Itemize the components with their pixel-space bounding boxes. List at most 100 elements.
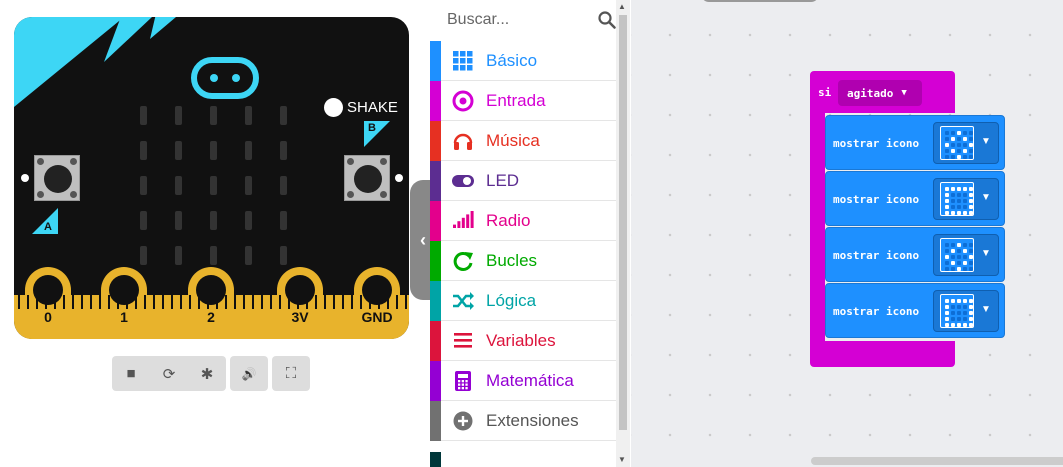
icon-pixel [945,299,949,303]
edge-contact [189,295,191,309]
show-icon-block[interactable]: mostrar icono ▼ [825,115,1005,170]
icon-pixel [969,267,973,271]
icon-pixel [963,149,967,153]
scroll-down-arrow-icon[interactable]: ▼ [618,455,626,464]
fullscreen-button[interactable]: ⛶ [272,356,310,391]
toolbox-scroll-thumb[interactable] [619,15,627,430]
category-label: LED [486,170,520,190]
microbit-board[interactable]: SHAKE A B 0 1 2 3V GND [14,17,409,339]
toolbox-category-matemática[interactable]: Matemática [430,360,616,401]
toolbox-category-partial[interactable] [430,452,441,467]
edge-contact [198,295,200,309]
button-b[interactable] [344,155,390,201]
calculator-icon [452,370,474,392]
icon-pixel [945,305,949,309]
category-label: Lógica [486,290,537,310]
icon-pixel [945,155,949,159]
icon-pixel [951,131,955,135]
category-color-bar [430,280,441,321]
fullscreen-icon: ⛶ [285,365,297,382]
blocks-workspace[interactable]: si agitado ▼ mostrar icono ▼ mostrar icono… [631,0,1063,467]
icon-picker-dropdown[interactable]: ▼ [933,122,999,164]
edge-contact [54,295,56,309]
edge-contact [27,295,29,309]
stop-button[interactable]: ■ [112,356,150,391]
icon-pixel [951,155,955,159]
toolbox-category-led[interactable]: LED [430,160,616,201]
toolbox-category-música[interactable]: Música [430,120,616,161]
show-icon-block[interactable]: mostrar icono ▼ [825,283,1005,338]
pin-label: 2 [207,309,215,325]
show-icon-block[interactable]: mostrar icono ▼ [825,171,1005,226]
icon-pixel [957,131,961,135]
caret-down-icon: ▼ [981,136,991,147]
icon-pixel [969,211,973,215]
icon-pixel [963,143,967,147]
led [245,246,252,265]
pin-2[interactable] [188,267,234,339]
toolbox-category-entrada[interactable]: Entrada [430,80,616,121]
target-icon [452,90,474,112]
icon-pixel [957,311,961,315]
toolbox-category-básico[interactable]: Básico [430,40,616,81]
edge-contact [171,295,173,309]
mute-button[interactable]: 🔊 [230,356,268,391]
icon-preview-square-icon [940,182,974,216]
icon-pixel [963,137,967,141]
led [280,176,287,195]
icon-pixel [945,131,949,135]
led [280,141,287,160]
shake-button[interactable] [324,98,343,117]
icon-pixel [963,255,967,259]
search-input[interactable]: Buscar... [447,11,509,29]
icon-pixel [951,317,955,321]
toolbox-category-lógica[interactable]: Lógica [430,280,616,321]
icon-pixel [945,193,949,197]
icon-pixel [963,305,967,309]
debug-icon: ✱ [200,365,214,383]
category-color-bar [430,200,441,241]
icon-picker-dropdown[interactable]: ▼ [933,290,999,332]
edge-contact [18,295,20,309]
icon-picker-dropdown[interactable]: ▼ [933,234,999,276]
toolbox-category-bucles[interactable]: Bucles [430,240,616,281]
toolbox-category-extensiones[interactable]: Extensiones [430,400,616,441]
led [175,176,182,195]
led [140,106,147,125]
debug-button[interactable]: ✱ [188,356,226,391]
show-icon-block[interactable]: mostrar icono ▼ [825,227,1005,282]
restart-button[interactable]: ⟳ [150,356,188,391]
icon-pixel [969,311,973,315]
edge-contact [279,295,281,309]
toolbox-category-radio[interactable]: Radio [430,200,616,241]
icon-pixel [969,137,973,141]
edge-contact [306,295,308,309]
icon-pixel [945,143,949,147]
toggle-icon [452,170,474,192]
workspace-horizontal-scrollbar[interactable] [811,457,1063,465]
icon-preview-diamond-icon [940,126,974,160]
icon-pixel [963,243,967,247]
led [280,246,287,265]
icon-pixel [969,255,973,259]
edge-contact [378,295,380,309]
scroll-up-arrow-icon[interactable]: ▲ [618,2,626,11]
toolbox-category-variables[interactable]: Variables [430,320,616,361]
icon-pixel [969,187,973,191]
icon-pixel [969,243,973,247]
edge-contact [315,295,317,309]
icon-pixel [951,149,955,153]
edge-contact [387,295,389,309]
icon-pixel [957,149,961,153]
button-b-label: B [368,122,376,134]
event-keyword: si [818,86,832,99]
search-icon[interactable] [598,11,616,29]
button-a[interactable] [34,155,80,201]
icon-picker-dropdown[interactable]: ▼ [933,178,999,220]
led [175,106,182,125]
edge-contact [261,295,263,309]
icon-pixel [957,193,961,197]
search-box[interactable]: Buscar... [430,0,616,40]
gesture-dropdown[interactable]: agitado ▼ [838,80,922,106]
category-label: Matemática [486,370,574,390]
